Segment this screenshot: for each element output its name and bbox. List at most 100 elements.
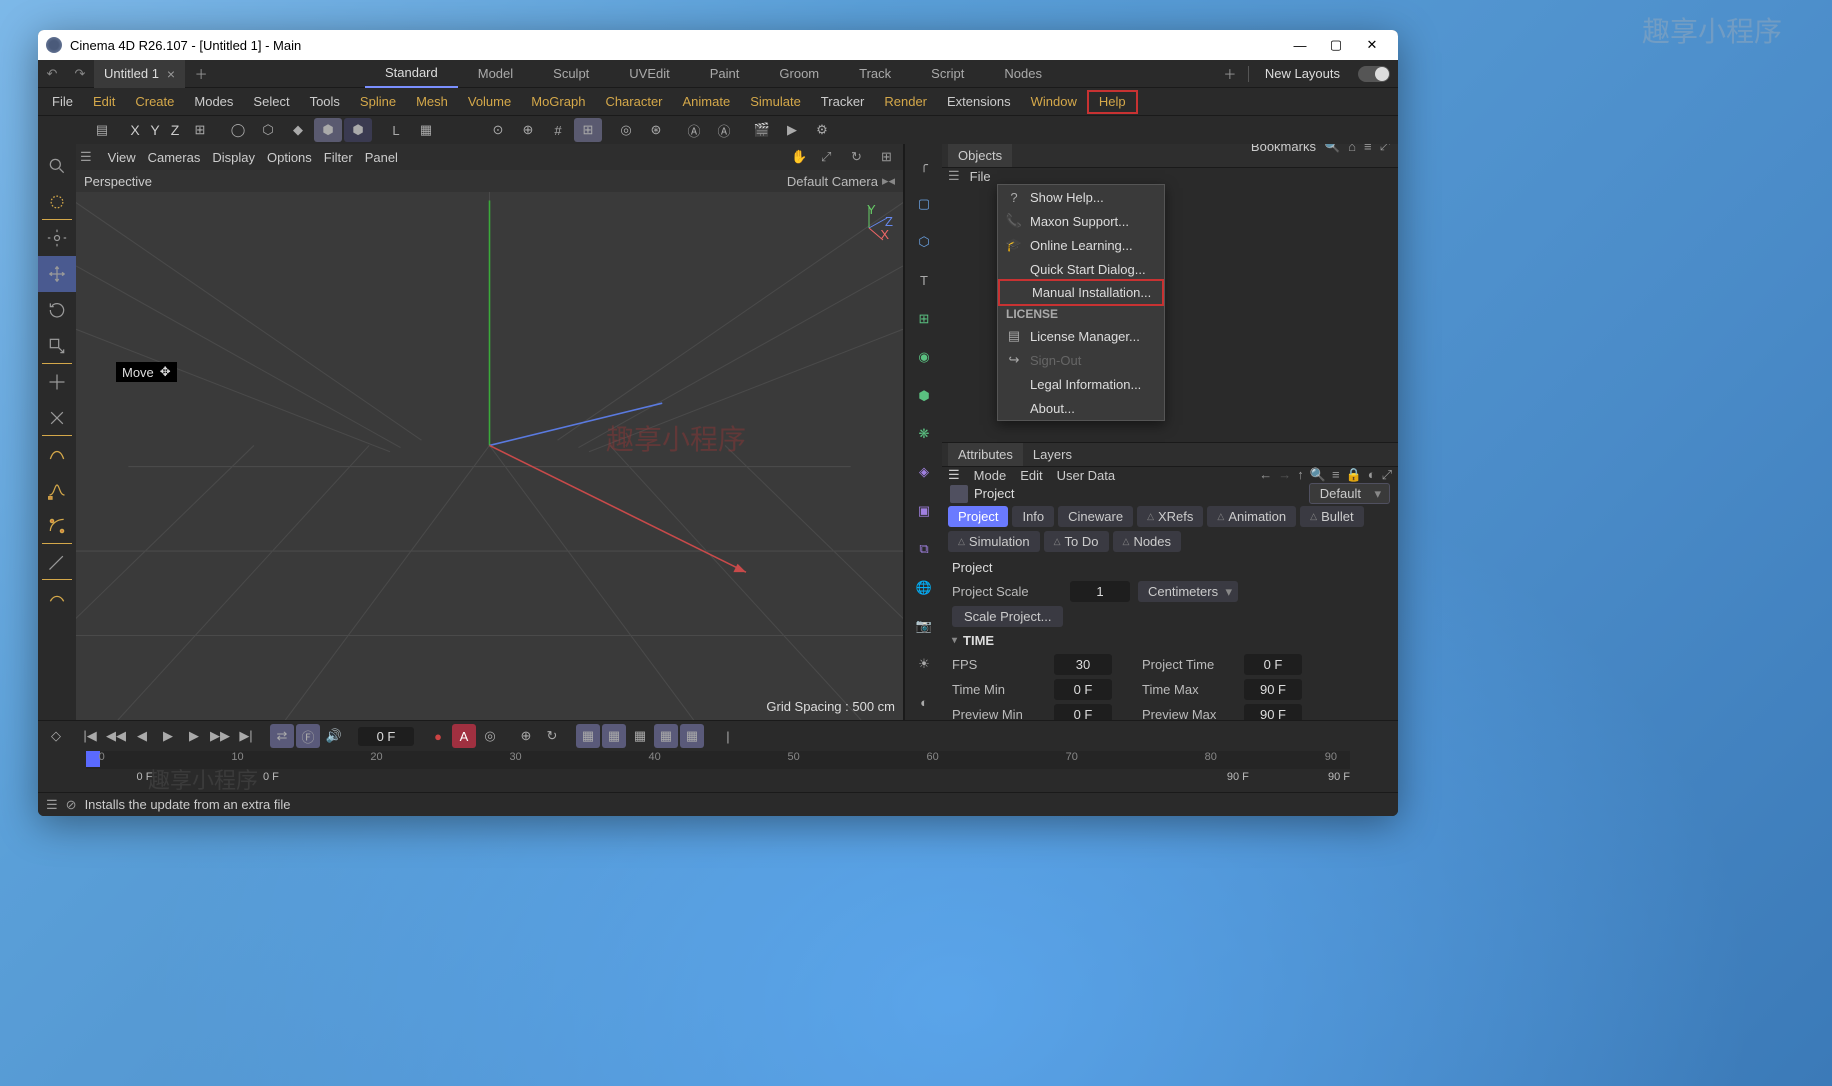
prev-key-icon[interactable]: ◀◀ xyxy=(104,724,128,748)
toolbar-grid1-icon[interactable]: # xyxy=(544,118,572,142)
help-quick-start[interactable]: Quick Start Dialog... xyxy=(998,257,1164,281)
time-min-input[interactable] xyxy=(1054,679,1112,700)
timeline-range[interactable]: 0 F 0 F 90 F 90 F xyxy=(86,771,1350,789)
camera-marker-icon[interactable]: ▸◂ xyxy=(882,173,895,189)
tag-icon[interactable]: ◐ xyxy=(905,686,943,720)
close-button[interactable]: ✕ xyxy=(1354,30,1390,60)
status-menu-icon[interactable]: ☰ xyxy=(46,797,58,813)
project-scale-input[interactable] xyxy=(1070,581,1130,602)
bookmarks-search-icon[interactable]: 🔍 xyxy=(1324,144,1340,154)
attr-menu-icon[interactable]: ☰ xyxy=(948,467,960,483)
menu-tracker[interactable]: Tracker xyxy=(811,90,875,114)
toolbar-square-icon[interactable]: ▦ xyxy=(412,118,440,142)
mode1-icon[interactable]: ▦ xyxy=(576,724,600,748)
viewport-menu-options[interactable]: Options xyxy=(267,150,312,165)
attr-expand-icon[interactable]: ⤢ xyxy=(1382,467,1392,483)
new-layouts-button[interactable]: New Layouts xyxy=(1255,66,1350,81)
attr-userdata-menu[interactable]: User Data xyxy=(1057,468,1116,483)
toolbar-snap1-icon[interactable]: ⊙ xyxy=(484,118,512,142)
attr-filter-icon[interactable]: ≡ xyxy=(1332,467,1340,483)
bookmarks-home-icon[interactable]: ⌂ xyxy=(1348,144,1356,154)
mode-tab-standard[interactable]: Standard xyxy=(365,60,458,88)
spline-arc-tool-icon[interactable] xyxy=(38,508,76,544)
marker-icon[interactable]: | xyxy=(716,724,740,748)
viewport-zoom-icon[interactable]: ⤢ xyxy=(821,149,839,165)
menu-volume[interactable]: Volume xyxy=(458,90,521,114)
toolbar-cube-solid-icon[interactable]: ◆ xyxy=(284,118,312,142)
toolbar-cube-active-icon[interactable]: ⬢ xyxy=(314,118,342,142)
default-dropdown[interactable]: Default xyxy=(1309,483,1390,504)
viewport-menu-display[interactable]: Display xyxy=(212,150,255,165)
viewport-menu-panel[interactable]: Panel xyxy=(365,150,398,165)
help-legal-info[interactable]: Legal Information... xyxy=(998,372,1164,396)
time-group-header[interactable]: ▾TIME xyxy=(942,629,1398,652)
attr-lock-icon[interactable]: 🔒 xyxy=(1346,467,1362,483)
toolbar-cube-outline-icon[interactable]: ◯ xyxy=(224,118,252,142)
chip-cineware[interactable]: Cineware xyxy=(1058,506,1133,527)
chip-info[interactable]: Info xyxy=(1012,506,1054,527)
layout-toggle[interactable] xyxy=(1358,66,1390,82)
spline-smooth-tool-icon[interactable] xyxy=(38,472,76,508)
help-maxon-support[interactable]: 📞Maxon Support... xyxy=(998,209,1164,233)
menu-modes[interactable]: Modes xyxy=(184,90,243,114)
menu-help[interactable]: Help xyxy=(1087,90,1138,114)
redo-button[interactable]: ↷ xyxy=(68,62,92,86)
attr-search-icon[interactable]: 🔍 xyxy=(1310,467,1326,483)
mode-tab-groom[interactable]: Groom xyxy=(759,60,839,88)
objects-tab[interactable]: Objects xyxy=(948,144,1012,167)
object-menu-icon[interactable]: ☰ xyxy=(948,168,960,184)
autokey-icon[interactable]: A xyxy=(452,724,476,748)
current-frame-field[interactable]: 0 F xyxy=(358,727,414,746)
toolbar-snap2-icon[interactable]: ⊕ xyxy=(514,118,542,142)
fps-mode-icon[interactable]: Ⓕ xyxy=(296,724,320,748)
mode-tab-script[interactable]: Script xyxy=(911,60,984,88)
toolbar-a1-icon[interactable]: Ⓐ xyxy=(680,118,708,142)
toolbar-cube-dark-icon[interactable]: ⬢ xyxy=(344,118,372,142)
mode-tab-model[interactable]: Model xyxy=(458,60,533,88)
brush-tool-icon[interactable] xyxy=(38,544,76,580)
text-primitive-icon[interactable]: T xyxy=(905,263,943,297)
go-end-icon[interactable]: ▶| xyxy=(234,724,258,748)
prev-frame-icon[interactable]: ◀ xyxy=(130,724,154,748)
next-frame-icon[interactable]: ▶ xyxy=(182,724,206,748)
add-layout-button[interactable]: ＋ xyxy=(1218,62,1242,86)
undo-button[interactable]: ↶ xyxy=(40,62,64,86)
attr-edit-menu[interactable]: Edit xyxy=(1020,468,1042,483)
chip-xrefs[interactable]: △XRefs xyxy=(1137,506,1203,527)
mode2-icon[interactable]: ▦ xyxy=(602,724,626,748)
mode-tab-sculpt[interactable]: Sculpt xyxy=(533,60,609,88)
help-manual-installation[interactable]: Manual Installation... xyxy=(998,279,1164,306)
mode-tab-track[interactable]: Track xyxy=(839,60,911,88)
recent-tool2-icon[interactable] xyxy=(38,400,76,436)
toolbar-render-settings-icon[interactable]: ⚙ xyxy=(808,118,836,142)
viewport-rotate-icon[interactable]: ↻ xyxy=(851,149,869,165)
mode-tab-nodes[interactable]: Nodes xyxy=(984,60,1062,88)
object-file-menu[interactable]: File xyxy=(970,169,991,184)
viewport-layout-icon[interactable]: ⊞ xyxy=(881,149,899,165)
move-tool-icon[interactable] xyxy=(38,256,76,292)
attr-back-icon[interactable]: ← xyxy=(1259,467,1272,483)
toolbar-circle2-icon[interactable]: ⊛ xyxy=(642,118,670,142)
mode3-icon[interactable]: ▦ xyxy=(628,724,652,748)
axis-x-label[interactable]: X xyxy=(126,122,144,138)
scale-project-button[interactable]: Scale Project... xyxy=(952,606,1063,627)
spline-arc-icon[interactable]: ╭ xyxy=(905,148,943,182)
chip-animation[interactable]: △Animation xyxy=(1207,506,1296,527)
viewport-menu-icon[interactable]: ☰ xyxy=(80,149,92,165)
project-time-input[interactable] xyxy=(1244,654,1302,675)
mode5-icon[interactable]: ▦ xyxy=(680,724,704,748)
document-tab[interactable]: Untitled 1 × xyxy=(94,60,185,88)
menu-extensions[interactable]: Extensions xyxy=(937,90,1021,114)
layers-tab[interactable]: Layers xyxy=(1023,443,1082,466)
preview-min-input[interactable] xyxy=(1054,704,1112,720)
viewport-menu-cameras[interactable]: Cameras xyxy=(148,150,201,165)
volume-icon[interactable]: ⬢ xyxy=(905,378,943,412)
cloner-icon[interactable]: ⊞ xyxy=(905,302,943,336)
menu-edit[interactable]: Edit xyxy=(83,90,125,114)
minimize-button[interactable]: — xyxy=(1282,30,1318,60)
menu-create[interactable]: Create xyxy=(125,90,184,114)
menu-tools[interactable]: Tools xyxy=(300,90,350,114)
toolbar-asset-browser-icon[interactable]: ▤ xyxy=(88,118,116,142)
viewport-menu-view[interactable]: View xyxy=(108,150,136,165)
chip-nodes[interactable]: △Nodes xyxy=(1113,531,1182,552)
